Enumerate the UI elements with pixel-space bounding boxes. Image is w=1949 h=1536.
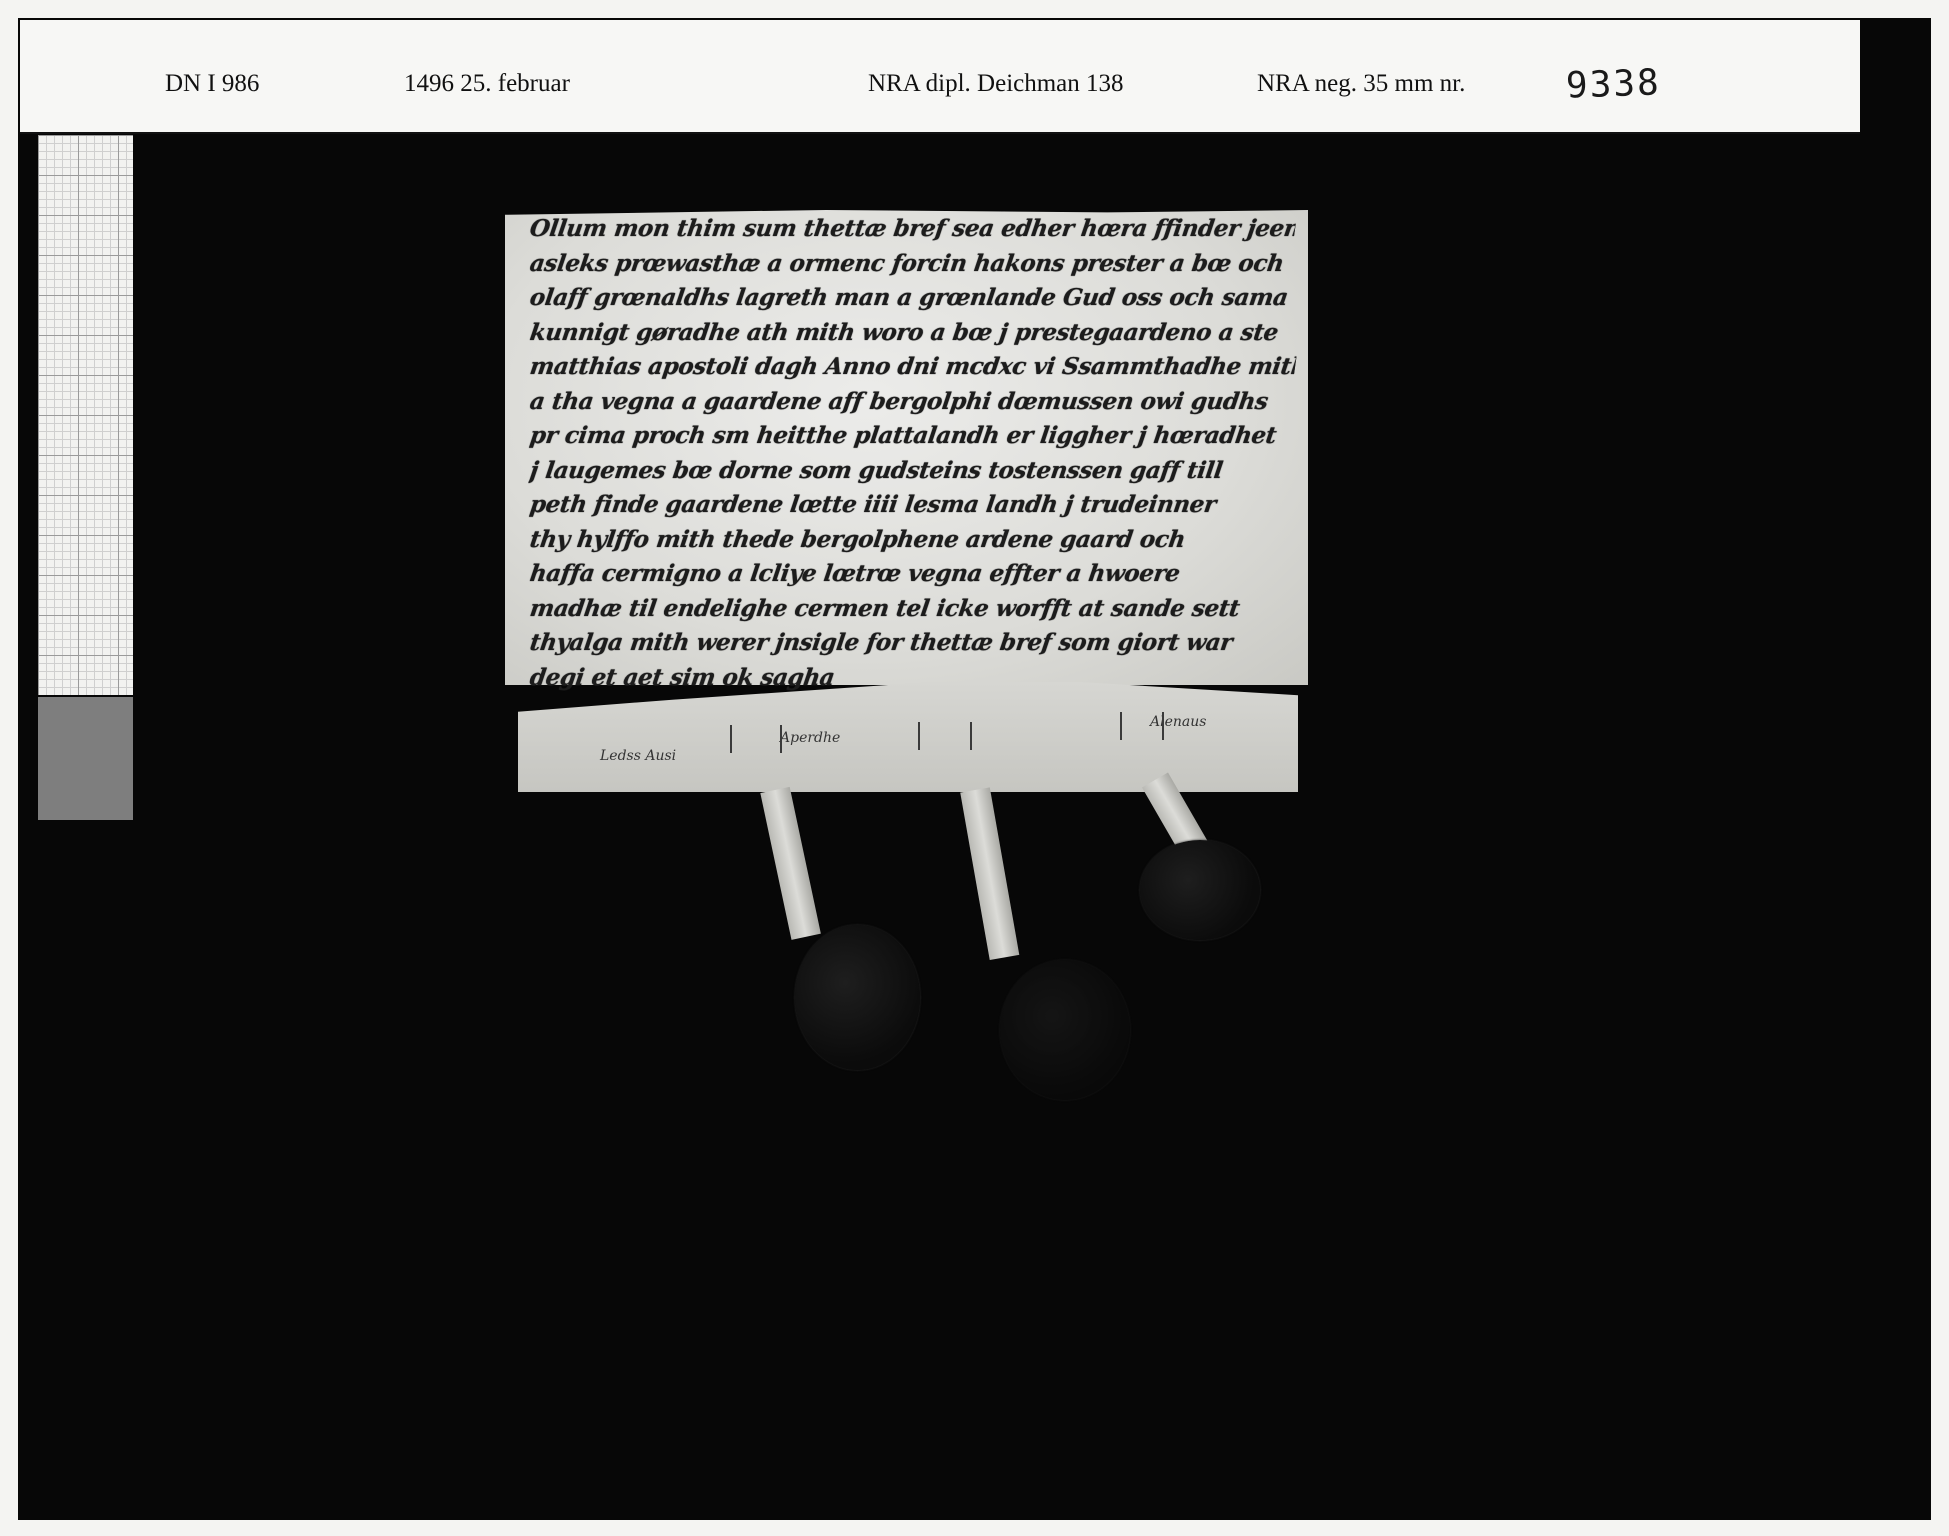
text-line: kunnigt gøradhe ath mith woro a bœ j pre…	[528, 318, 1280, 346]
seal-slit	[730, 725, 782, 753]
text-line: asleks prœwasthæ a ormenc forcin hakons …	[528, 249, 1286, 277]
grey-scale-patch	[38, 697, 133, 820]
text-line: thy hylffo mith thede bergolphene ardene…	[528, 525, 1187, 553]
scale-grid-card	[38, 135, 133, 695]
text-line: j laugemes bœ dorne som gudsteins tosten…	[528, 456, 1225, 484]
wax-seal	[1000, 960, 1130, 1100]
archive-label-strip: DN I 986 1496 25. februar NRA dipl. Deic…	[20, 20, 1860, 134]
text-line: olaff grœnaldhs lagreth man a grœnlande …	[528, 284, 1290, 311]
negative-number-handwritten: 9338	[1565, 62, 1662, 107]
text-line: a tha vegna a gaardene aff bergolphi dœm…	[528, 387, 1270, 415]
text-line: matthias apostoli dagh Anno dni mcdxc vi…	[528, 353, 1298, 380]
archive-label: NRA dipl. Deichman 138	[868, 70, 1124, 97]
fold-note: Ledss Ausi	[600, 748, 677, 764]
seal-slit	[918, 722, 972, 750]
reference-label: DN I 986	[165, 70, 260, 97]
seal-slit	[1120, 712, 1164, 740]
negative-label: NRA neg. 35 mm nr.	[1257, 70, 1466, 97]
wax-seal	[1140, 840, 1260, 940]
charter-text: Ollum mon thim sum thettæ bref sea edher…	[528, 212, 1298, 695]
wax-seal	[795, 925, 920, 1070]
date-label: 1496 25. februar	[404, 70, 570, 97]
text-line: peth finde gaardene lœtte iiii lesma lan…	[528, 491, 1218, 518]
text-line: thyalga mith werer jnsigle for thettæ br…	[528, 629, 1235, 656]
text-line: pr cima proch sm heitthe plattalandh er …	[528, 422, 1278, 449]
text-line: haffa cermigno a lcliye lœtrœ vegna efft…	[528, 560, 1182, 587]
fold-note: Aperdhe	[780, 730, 841, 746]
text-line: madhæ til endelighe cermen tel icke worf…	[528, 594, 1242, 622]
text-line: Ollum mon thim sum thettæ bref sea edher…	[528, 215, 1298, 242]
